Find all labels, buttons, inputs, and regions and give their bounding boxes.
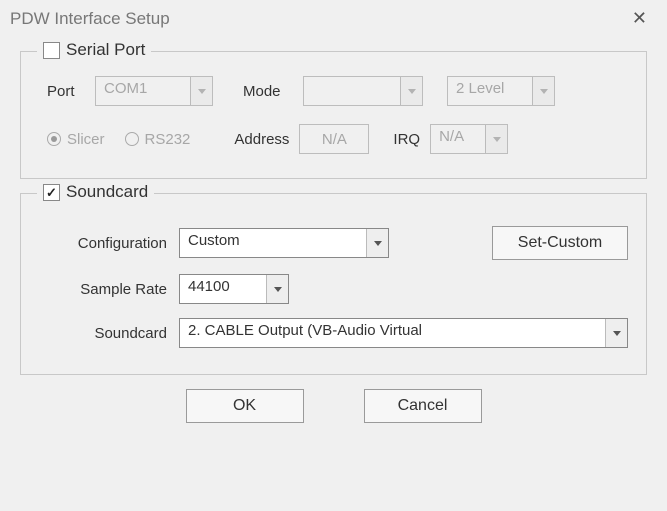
cancel-button[interactable]: Cancel <box>364 389 482 423</box>
mode-value <box>304 77 400 105</box>
slicer-radio-label: Slicer <box>67 131 105 148</box>
sample-rate-row: Sample Rate 44100 <box>39 274 628 304</box>
address-value: N/A <box>322 131 347 148</box>
port-combo-button <box>190 77 212 105</box>
chevron-down-icon <box>374 241 382 246</box>
soundcard-device-value: 2. CABLE Output (VB-Audio Virtual <box>180 319 605 347</box>
radio-dot-icon <box>47 132 61 146</box>
chevron-down-icon <box>493 137 501 142</box>
content-area: Serial Port Port COM1 Mode 2 Level <box>0 35 667 433</box>
serial-port-group: Serial Port Port COM1 Mode 2 Level <box>20 51 647 179</box>
chevron-down-icon <box>613 331 621 336</box>
soundcard-device-combo[interactable]: 2. CABLE Output (VB-Audio Virtual <box>179 318 628 348</box>
soundcard-device-row: Soundcard 2. CABLE Output (VB-Audio Virt… <box>39 318 628 348</box>
serial-port-legend-label: Serial Port <box>66 40 145 60</box>
configuration-combo-button[interactable] <box>366 229 388 257</box>
sample-rate-label: Sample Rate <box>39 281 179 298</box>
address-label: Address <box>234 131 289 148</box>
slicer-radio: Slicer <box>47 131 105 148</box>
level-combo: 2 Level <box>447 76 555 106</box>
irq-combo-button <box>485 125 507 153</box>
serial-row-2: Slicer RS232 Address N/A IRQ N/A <box>47 124 628 154</box>
chevron-down-icon <box>408 89 416 94</box>
configuration-row: Configuration Custom Set-Custom <box>39 226 628 260</box>
dialog-window: PDW Interface Setup ✕ Serial Port Port C… <box>0 0 667 511</box>
mode-combo <box>303 76 423 106</box>
sample-rate-value: 44100 <box>180 275 266 303</box>
level-combo-button <box>532 77 554 105</box>
port-label: Port <box>47 83 85 100</box>
ok-button[interactable]: OK <box>186 389 304 423</box>
configuration-value: Custom <box>180 229 366 257</box>
mode-label: Mode <box>243 83 293 100</box>
sample-rate-combo-button[interactable] <box>266 275 288 303</box>
port-value: COM1 <box>96 77 190 105</box>
soundcard-device-label: Soundcard <box>39 325 179 342</box>
rs232-radio-label: RS232 <box>145 131 191 148</box>
soundcard-group: Soundcard Configuration Custom Set-Custo… <box>20 193 647 375</box>
soundcard-checkbox[interactable] <box>43 184 60 201</box>
port-combo: COM1 <box>95 76 213 106</box>
set-custom-button[interactable]: Set-Custom <box>492 226 628 260</box>
configuration-label: Configuration <box>39 235 179 252</box>
titlebar: PDW Interface Setup ✕ <box>0 0 667 35</box>
address-field: N/A <box>299 124 369 154</box>
serial-port-checkbox[interactable] <box>43 42 60 59</box>
irq-label: IRQ <box>393 131 420 148</box>
soundcard-device-combo-button[interactable] <box>605 319 627 347</box>
soundcard-legend: Soundcard <box>37 182 154 202</box>
rs232-radio: RS232 <box>125 131 191 148</box>
radio-dot-icon <box>125 132 139 146</box>
serial-port-legend: Serial Port <box>37 40 151 60</box>
soundcard-legend-label: Soundcard <box>66 182 148 202</box>
sample-rate-combo[interactable]: 44100 <box>179 274 289 304</box>
chevron-down-icon <box>198 89 206 94</box>
serial-row-1: Port COM1 Mode 2 Level <box>47 76 628 106</box>
chevron-down-icon <box>274 287 282 292</box>
window-title: PDW Interface Setup <box>10 9 170 29</box>
level-value: 2 Level <box>448 77 532 105</box>
dialog-buttons: OK Cancel <box>14 389 653 423</box>
close-icon[interactable]: ✕ <box>624 6 655 31</box>
irq-combo: N/A <box>430 124 508 154</box>
irq-value: N/A <box>431 125 485 153</box>
mode-combo-button <box>400 77 422 105</box>
configuration-combo[interactable]: Custom <box>179 228 389 258</box>
chevron-down-icon <box>540 89 548 94</box>
